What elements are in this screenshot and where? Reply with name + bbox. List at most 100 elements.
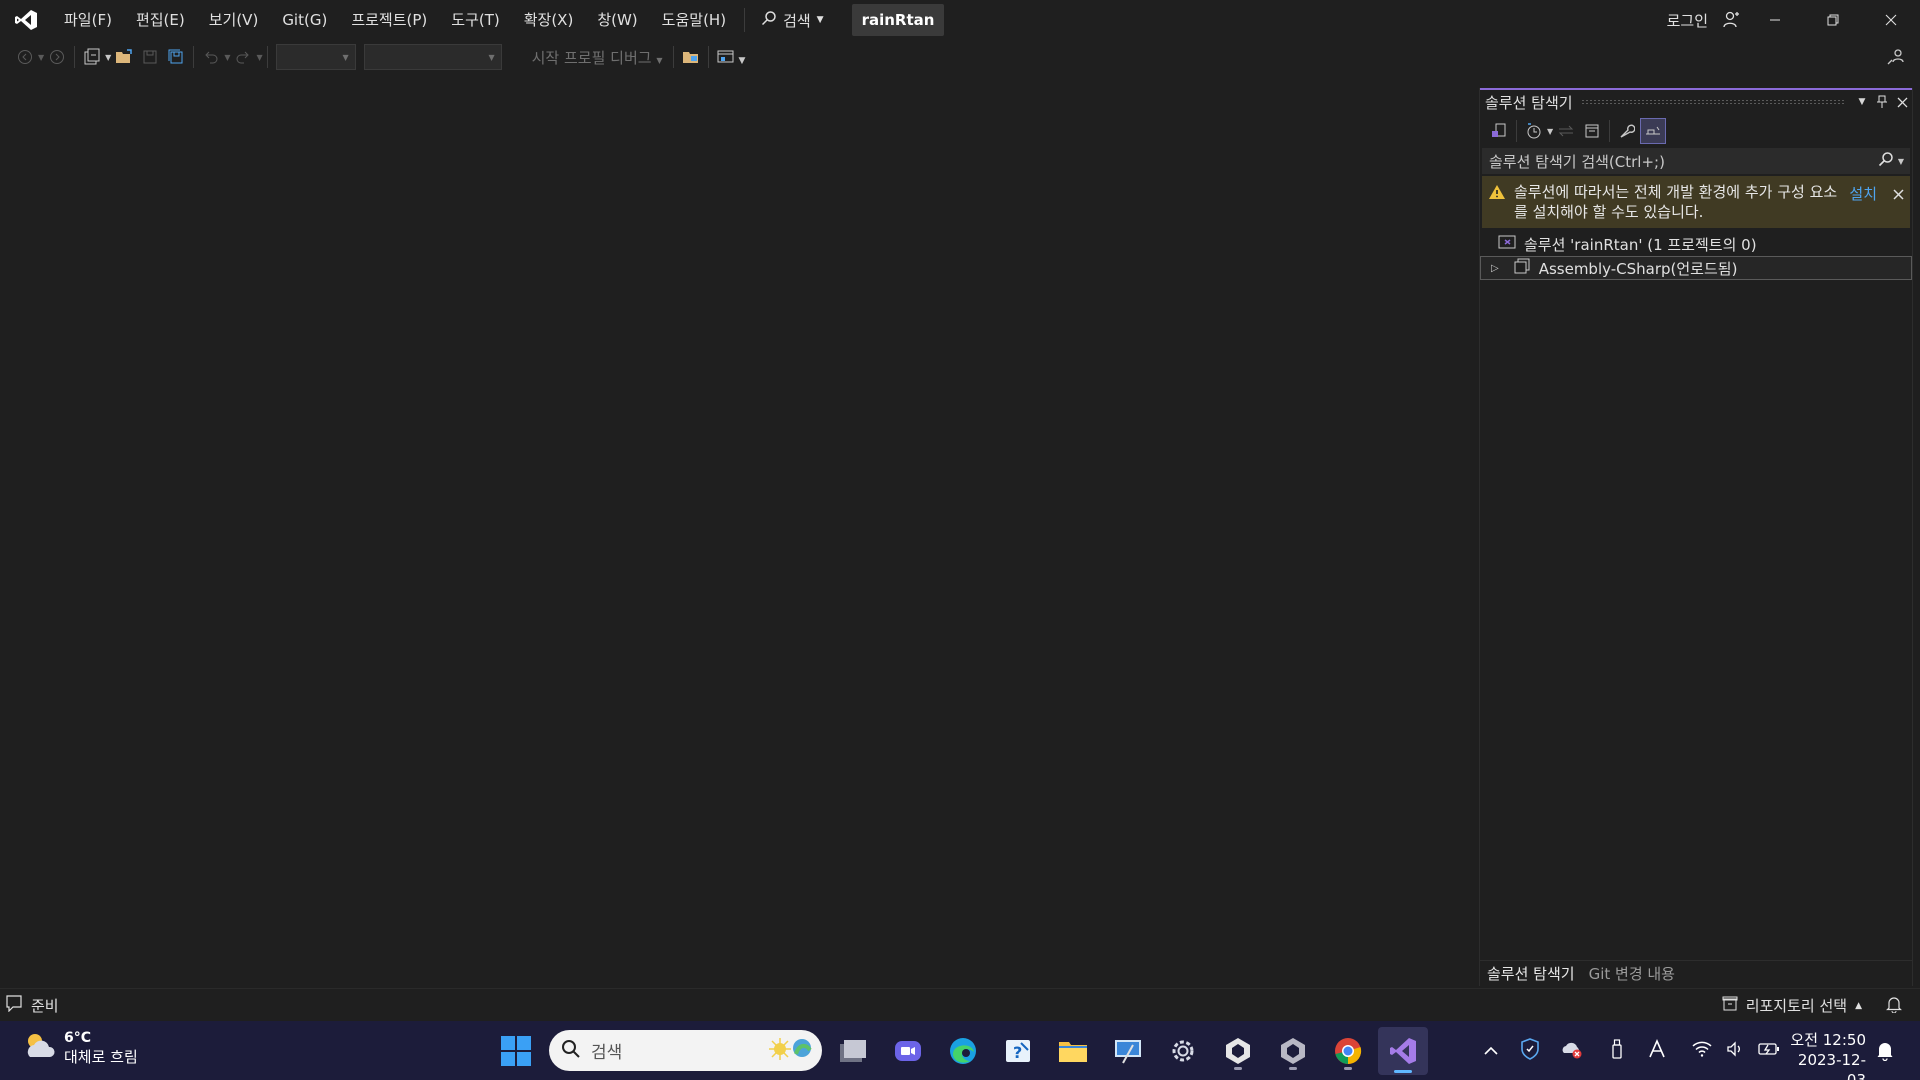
weather-widget[interactable]: 6°C 대체로 흐림 (22, 1029, 138, 1067)
pin-icon[interactable] (1872, 92, 1892, 112)
undo-icon[interactable] (198, 44, 224, 70)
file-explorer-icon[interactable] (1052, 1030, 1094, 1072)
open-in-explorer-icon[interactable] (678, 44, 704, 70)
menu-file[interactable]: 파일(F) (52, 0, 124, 40)
panel-drag-grip[interactable] (1580, 99, 1844, 105)
security-shield-icon[interactable] (1520, 1037, 1540, 1064)
save-all-icon[interactable] (163, 44, 189, 70)
search-icon[interactable] (1878, 151, 1894, 171)
menu-view[interactable]: 보기(V) (197, 0, 271, 40)
search-highlight-icon (766, 1034, 816, 1068)
toolbar-divider (74, 46, 76, 68)
collapse-all-icon[interactable] (1579, 118, 1605, 144)
menu-extensions[interactable]: 확장(X) (512, 0, 586, 40)
solution-explorer-search[interactable]: 솔루션 탐색기 검색(Ctrl+;) ▼ (1482, 148, 1910, 174)
properties-wrench-icon[interactable] (1614, 118, 1640, 144)
taskbar-search-input[interactable]: 검색 (591, 1038, 766, 1063)
menu-git[interactable]: Git(G) (270, 0, 339, 40)
edge-browser-icon[interactable] (942, 1030, 984, 1072)
preview-selected-items-icon[interactable] (1640, 118, 1667, 144)
forward-icon[interactable] (44, 44, 70, 70)
task-view-icon[interactable] (832, 1030, 874, 1072)
back-icon[interactable] (12, 44, 38, 70)
solution-explorer-header[interactable]: 솔루션 탐색기 ▼ (1480, 88, 1912, 114)
close-icon[interactable] (1893, 186, 1904, 204)
minimize-button[interactable] (1746, 0, 1804, 40)
close-button[interactable] (1862, 0, 1920, 40)
windows-start-icon[interactable] (500, 1035, 532, 1067)
tree-item-solution[interactable]: 솔루션 'rainRtan' (1 프로젝트의 0) (1480, 232, 1912, 256)
menu-tools[interactable]: 도구(T) (439, 0, 511, 40)
cloudy-weather-icon (22, 1031, 56, 1065)
menu-divider (744, 8, 746, 32)
tree-item-project[interactable]: ▷ Assembly-CSharp(언로드됨) (1480, 256, 1912, 280)
usb-device-icon[interactable] (1610, 1038, 1624, 1064)
running-indicator (1289, 1067, 1297, 1070)
weather-temperature: 6°C (64, 1030, 92, 1046)
toolbar-divider (193, 46, 195, 68)
login-button[interactable]: 로그인 (1667, 10, 1708, 31)
settings-gear-icon[interactable] (1162, 1030, 1204, 1072)
system-clock[interactable]: 오전 12:50 2023-12-03 (1784, 1030, 1866, 1080)
toolbar-divider (266, 46, 268, 68)
running-indicator (1234, 1067, 1242, 1070)
switch-views-icon[interactable] (1486, 118, 1512, 144)
taskbar-search[interactable]: 검색 (549, 1030, 822, 1071)
chevron-down-icon[interactable]: ▼ (1898, 157, 1904, 166)
running-indicator (1344, 1067, 1352, 1070)
new-project-icon[interactable] (79, 44, 105, 70)
visual-studio-taskbar-icon[interactable] (1378, 1027, 1428, 1075)
missing-components-infobar: 솔루션에 따라서는 전체 개발 환경에 추가 구성 요소를 설치해야 할 수도 … (1482, 176, 1910, 228)
platform-select[interactable]: ▼ (363, 44, 502, 70)
chevron-up-icon[interactable] (1484, 1042, 1498, 1060)
expand-chevron-icon[interactable]: ▷ (1491, 263, 1499, 274)
start-debug-target[interactable]: 시작 프로필 디버그 ▼ (532, 47, 663, 68)
menu-project[interactable]: 프로젝트(P) (339, 0, 439, 40)
repository-icon[interactable] (1722, 996, 1738, 1016)
open-folder-icon[interactable] (111, 44, 137, 70)
notification-bell-icon[interactable] (1886, 995, 1902, 1017)
search-button[interactable]: 검색 ▼ (751, 10, 834, 31)
chevron-up-icon[interactable]: ▲ (1855, 1001, 1862, 1011)
repository-select[interactable]: 리포지토리 선택 (1746, 995, 1847, 1016)
restore-button[interactable] (1804, 0, 1862, 40)
wifi-icon[interactable] (1692, 1041, 1712, 1061)
unity-editor-icon[interactable] (1272, 1030, 1314, 1072)
project-name-badge[interactable]: rainRtan (851, 4, 945, 36)
redo-icon[interactable] (230, 44, 256, 70)
volume-icon[interactable] (1726, 1040, 1744, 1061)
chrome-browser-icon[interactable] (1327, 1030, 1369, 1072)
clock-date: 2023-12-03 (1797, 1051, 1866, 1080)
ime-language-icon[interactable] (1648, 1038, 1666, 1063)
battery-icon[interactable] (1758, 1042, 1780, 1060)
account-icon[interactable] (1716, 0, 1746, 40)
search-input[interactable]: 솔루션 탐색기 검색(Ctrl+;) (1489, 151, 1878, 172)
save-icon[interactable] (137, 44, 163, 70)
project-icon (1513, 258, 1531, 278)
snipping-tool-icon[interactable] (1107, 1030, 1149, 1072)
search-icon (561, 1039, 581, 1063)
window-position-icon[interactable]: ▼ (1852, 92, 1872, 112)
close-icon[interactable] (1892, 92, 1912, 112)
pending-changes-filter-icon[interactable] (1521, 118, 1547, 144)
live-share-icon[interactable] (1886, 46, 1906, 70)
tab-git-changes[interactable]: Git 변경 내용 (1582, 961, 1682, 987)
menu-help[interactable]: 도움말(H) (650, 0, 738, 40)
visual-studio-logo-icon[interactable] (0, 0, 52, 40)
sync-with-active-document-icon[interactable] (1553, 118, 1579, 144)
notification-bell-icon[interactable] (1876, 1041, 1894, 1065)
menu-edit[interactable]: 편집(E) (124, 0, 197, 40)
toolbar-overflow-icon[interactable]: ▼ (739, 56, 746, 66)
configuration-select[interactable]: ▼ (275, 44, 356, 70)
search-label: 검색 (783, 11, 811, 30)
install-link[interactable]: 설치 (1849, 183, 1877, 204)
menu-window[interactable]: 창(W) (585, 0, 649, 40)
status-text: 준비 (31, 996, 59, 1015)
tab-solution-explorer[interactable]: 솔루션 탐색기 (1480, 960, 1582, 987)
chevron-down-icon[interactable]: ▼ (256, 53, 262, 62)
teams-chat-icon[interactable] (887, 1030, 929, 1072)
unity-hub-icon[interactable] (1217, 1030, 1259, 1072)
onedrive-error-icon[interactable] (1560, 1039, 1584, 1063)
windows-help-icon[interactable]: ? (997, 1030, 1039, 1072)
layout-icon[interactable] (713, 44, 739, 70)
